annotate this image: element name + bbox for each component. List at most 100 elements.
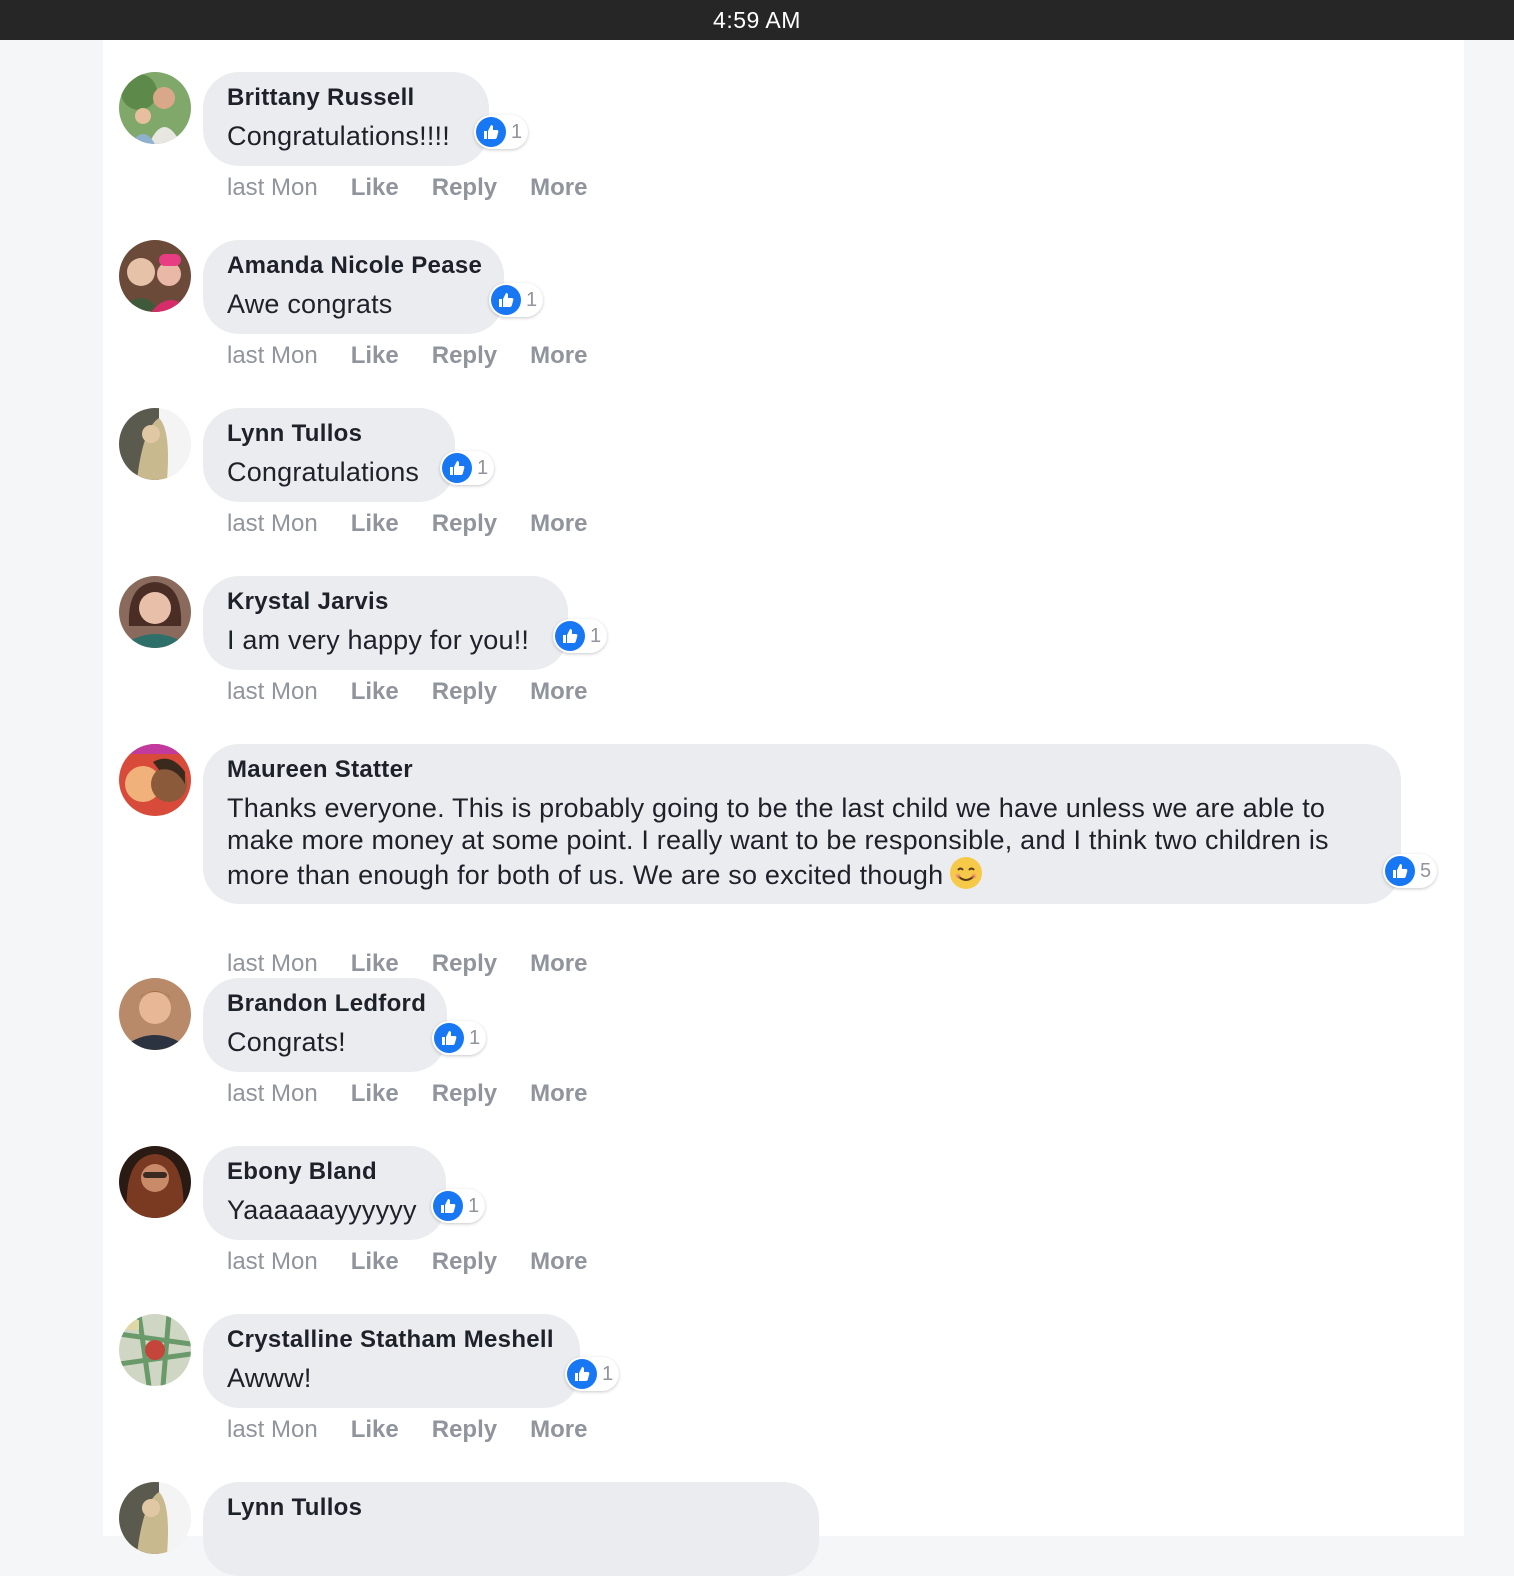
reaction-count: 1 [477, 456, 489, 479]
comments-feed: Brittany Russell Congratulations!!!! 1 l… [103, 40, 1464, 1576]
comment-bubble: Maureen Statter Thanks everyone. This is… [203, 744, 1401, 904]
comment-text-content: Thanks everyone. This is probably going … [227, 793, 1329, 890]
comment-actions: last Mon Like Reply More [227, 1416, 620, 1444]
comment-timestamp[interactable]: last Mon [227, 174, 318, 202]
comment-actions: last Mon Like Reply More [227, 342, 620, 370]
like-button[interactable]: Like [351, 174, 399, 202]
comment-bubble: Brittany Russell Congratulations!!!! [203, 72, 489, 166]
comment-text: Congratulations [227, 457, 420, 487]
smiling-face-emoji [949, 856, 983, 897]
comment-author[interactable]: Crystalline Statham Meshell [227, 1326, 555, 1354]
like-button[interactable]: Like [351, 510, 399, 538]
comment-author[interactable]: Brandon Ledford [227, 990, 426, 1018]
like-button[interactable]: Like [351, 342, 399, 370]
avatar[interactable] [119, 240, 191, 312]
avatar[interactable] [119, 1314, 191, 1386]
avatar[interactable] [119, 744, 191, 816]
like-icon [1385, 856, 1415, 886]
comment-author[interactable]: Amanda Nicole Pease [227, 252, 482, 280]
more-button[interactable]: More [530, 1080, 587, 1108]
reaction-count: 1 [602, 1362, 614, 1385]
comment-timestamp[interactable]: last Mon [227, 510, 318, 538]
reaction-badge[interactable]: 1 [440, 451, 495, 485]
comment-timestamp[interactable]: last Mon [227, 342, 318, 370]
reaction-badge[interactable]: 1 [432, 1021, 487, 1055]
comment-author[interactable]: Maureen Statter [227, 756, 1376, 784]
more-button[interactable]: More [530, 174, 587, 202]
like-button[interactable]: Like [351, 950, 399, 978]
like-icon [476, 117, 506, 147]
comment-timestamp[interactable]: last Mon [227, 1080, 318, 1108]
avatar[interactable] [119, 978, 191, 1050]
comment-author[interactable]: Lynn Tullos [227, 420, 430, 448]
comment-author[interactable]: Krystal Jarvis [227, 588, 543, 616]
more-button[interactable]: More [530, 1248, 587, 1276]
reply-button[interactable]: Reply [432, 1080, 497, 1108]
comment-actions: last Mon Like Reply More [227, 678, 620, 706]
comment-author[interactable]: Ebony Bland [227, 1158, 421, 1186]
comment-text: Thanks everyone. This is probably going … [227, 792, 1376, 897]
like-button[interactable]: Like [351, 1416, 399, 1444]
avatar[interactable] [119, 1482, 191, 1554]
avatar[interactable] [119, 1146, 191, 1218]
comment-actions: last Mon Like Reply More [227, 950, 620, 978]
comment-text: I am very happy for you!! [227, 625, 530, 655]
like-icon [433, 1191, 463, 1221]
comment-bubble: Lynn Tullos [203, 1482, 819, 1576]
status-time: 4:59 AM [713, 6, 801, 33]
more-button[interactable]: More [530, 342, 587, 370]
reply-button[interactable]: Reply [432, 1416, 497, 1444]
more-button[interactable]: More [530, 950, 587, 978]
comment-text: Awww! [227, 1363, 312, 1393]
comment-author[interactable]: Lynn Tullos [227, 1494, 794, 1522]
like-icon [434, 1023, 464, 1053]
reaction-count: 5 [1420, 859, 1432, 882]
comment-bubble: Ebony Bland Yaaaaaayyyyyy [203, 1146, 446, 1240]
reaction-count: 1 [469, 1026, 481, 1049]
reaction-badge[interactable]: 1 [489, 283, 544, 317]
comment-text: Congrats! [227, 1027, 346, 1057]
comment-bubble: Krystal Jarvis I am very happy for you!! [203, 576, 568, 670]
avatar[interactable] [119, 408, 191, 480]
comment-bubble: Lynn Tullos Congratulations [203, 408, 455, 502]
reaction-badge[interactable]: 1 [474, 115, 529, 149]
reaction-count: 1 [590, 624, 602, 647]
reaction-badge[interactable]: 5 [1383, 854, 1438, 888]
avatar[interactable] [119, 72, 191, 144]
like-button[interactable]: Like [351, 1080, 399, 1108]
comment-author[interactable]: Brittany Russell [227, 84, 464, 112]
reaction-count: 1 [468, 1194, 480, 1217]
comment-actions: last Mon Like Reply More [227, 174, 620, 202]
reply-button[interactable]: Reply [432, 174, 497, 202]
like-button[interactable]: Like [351, 1248, 399, 1276]
like-icon [442, 453, 472, 483]
comment-text: Congratulations!!!! [227, 121, 450, 151]
comment-timestamp[interactable]: last Mon [227, 1248, 318, 1276]
comment-bubble: Brandon Ledford Congrats! [203, 978, 447, 1072]
like-icon [491, 285, 521, 315]
like-icon [555, 621, 585, 651]
avatar[interactable] [119, 576, 191, 648]
comment-text: Yaaaaaayyyyyy [227, 1195, 417, 1225]
comment-actions: last Mon Like Reply More [227, 1080, 620, 1108]
like-button[interactable]: Like [351, 678, 399, 706]
reply-button[interactable]: Reply [432, 510, 497, 538]
reply-button[interactable]: Reply [432, 950, 497, 978]
comment-timestamp[interactable]: last Mon [227, 1416, 318, 1444]
reply-button[interactable]: Reply [432, 1248, 497, 1276]
more-button[interactable]: More [530, 678, 587, 706]
more-button[interactable]: More [530, 1416, 587, 1444]
comment-timestamp[interactable]: last Mon [227, 950, 318, 978]
reaction-badge[interactable]: 1 [565, 1357, 620, 1391]
reply-button[interactable]: Reply [432, 342, 497, 370]
comment-timestamp[interactable]: last Mon [227, 678, 318, 706]
more-button[interactable]: More [530, 510, 587, 538]
reaction-count: 1 [511, 120, 523, 143]
reaction-badge[interactable]: 1 [553, 619, 608, 653]
like-icon [567, 1359, 597, 1389]
comment-bubble: Amanda Nicole Pease Awe congrats [203, 240, 504, 334]
reply-button[interactable]: Reply [432, 678, 497, 706]
comment-actions: last Mon Like Reply More [227, 510, 620, 538]
status-bar: 4:59 AM [0, 0, 1514, 40]
reaction-badge[interactable]: 1 [431, 1189, 486, 1223]
